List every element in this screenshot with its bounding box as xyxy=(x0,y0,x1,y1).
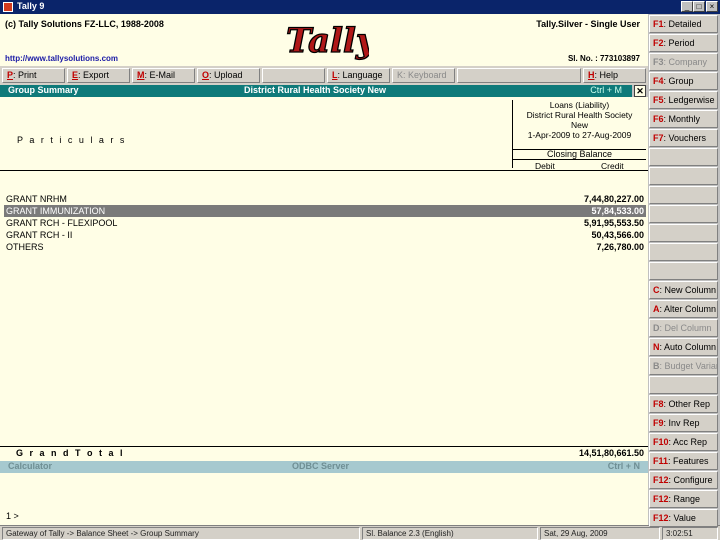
row-amount: 7,44,80,227.00 xyxy=(583,194,644,204)
report-title: Group Summary xyxy=(8,85,79,95)
row-name: GRANT RCH - FLEXIPOOL xyxy=(6,218,118,228)
status-time: 3:02:51 xyxy=(662,527,718,540)
row-name: GRANT NRHM xyxy=(6,194,67,204)
column-header: Loans (Liability) District Rural Health … xyxy=(512,100,646,171)
sidebar-blank-button xyxy=(649,224,718,242)
report-area: P a r t i c u l a r s Loans (Liability) … xyxy=(0,97,648,461)
f4-group-button[interactable]: F4: Group xyxy=(649,72,718,90)
product-edition: Tally.Silver - Single User xyxy=(536,19,640,29)
status-date: Sat, 29 Aug, 2009 xyxy=(540,527,660,540)
report-title-bar: Group Summary District Rural Health Soci… xyxy=(0,85,632,97)
budget-variance-button[interactable]: B: Budget Variance xyxy=(649,357,718,375)
new-column-button[interactable]: C: New Column xyxy=(649,281,718,299)
grand-total-row: G r a n d T o t a l 14,51,80,661.50 xyxy=(0,447,648,459)
calculator-label: Calculator xyxy=(8,461,53,471)
grand-total-amount: 14,51,80,661.50 xyxy=(578,448,644,458)
column-group-name: Loans (Liability) xyxy=(549,100,610,110)
menu-help[interactable]: H: Help xyxy=(583,68,646,83)
row-name: GRANT RCH - II xyxy=(6,230,73,240)
sidebar-blank-button xyxy=(649,205,718,223)
alter-column-button[interactable]: A: Alter Column xyxy=(649,300,718,318)
tally-logo: Tally xyxy=(285,20,369,61)
company-name: District Rural Health Society New xyxy=(244,85,387,95)
f12-configure-button[interactable]: F12: Configure xyxy=(649,471,718,489)
table-row-selected[interactable]: GRANT IMMUNIZATION 57,84,533.00 xyxy=(4,205,646,217)
top-menu-bar: P: Print E: Export M: E-Mail O: Upload L… xyxy=(0,66,648,85)
maximize-button[interactable]: □ xyxy=(693,1,705,12)
website-link[interactable]: http://www.tallysolutions.com xyxy=(5,54,118,63)
app-icon xyxy=(3,2,13,12)
grand-total-label: G r a n d T o t a l xyxy=(16,448,125,458)
status-bar: Gateway of Tally -> Balance Sheet -> Gro… xyxy=(0,525,720,540)
column-period: 1-Apr-2009 to 27-Aug-2009 xyxy=(527,130,632,140)
row-amount: 7,26,780.00 xyxy=(596,242,644,252)
menu-upload[interactable]: O: Upload xyxy=(197,68,260,83)
f8-other-rep-button[interactable]: F8: Other Rep xyxy=(649,395,718,413)
f12-value-button[interactable]: F12: Value xyxy=(649,509,718,527)
window-title: Tally 9 xyxy=(17,1,45,11)
header-divider xyxy=(0,170,648,171)
menu-blank-1 xyxy=(262,68,325,83)
sidebar-blank-button xyxy=(649,262,718,280)
menu-export[interactable]: E: Export xyxy=(67,68,130,83)
f1-detailed-button[interactable]: F1: Detailed xyxy=(649,15,718,33)
table-row[interactable]: OTHERS 7,26,780.00 xyxy=(4,241,646,253)
closing-balance-label: Closing Balance xyxy=(513,149,646,160)
window-titlebar: Tally 9 _ □ × xyxy=(0,0,720,14)
close-report-button[interactable]: ✕ xyxy=(634,85,646,97)
status-language: Sl. Balance 2.3 (English) xyxy=(362,527,538,540)
menu-keyboard[interactable]: K: Keyboard xyxy=(392,68,455,83)
table-row[interactable]: GRANT RCH - II 50,43,566.00 xyxy=(4,229,646,241)
auto-column-button[interactable]: N: Auto Column xyxy=(649,338,718,356)
calculator-prompt: 1 > xyxy=(6,511,19,521)
f5-ledgerwise-button[interactable]: F5: Ledgerwise xyxy=(649,91,718,109)
menu-email[interactable]: M: E-Mail xyxy=(132,68,195,83)
f10-acc-rep-button[interactable]: F10: Acc Rep xyxy=(649,433,718,451)
minimize-button[interactable]: _ xyxy=(681,1,693,12)
menu-print[interactable]: P: Print xyxy=(2,68,65,83)
row-name: OTHERS xyxy=(6,242,44,252)
del-column-button[interactable]: D: Del Column xyxy=(649,319,718,337)
column-company-name: District Rural Health Society xyxy=(526,110,633,120)
menu-language[interactable]: L: Language xyxy=(327,68,390,83)
table-row[interactable]: GRANT NRHM 7,44,80,227.00 xyxy=(4,193,646,205)
column-company-suffix: New xyxy=(570,120,588,130)
close-window-button[interactable]: × xyxy=(706,1,718,12)
particulars-label: P a r t i c u l a r s xyxy=(17,135,127,145)
serial-number: Sl. No. : 773103897 xyxy=(567,54,640,63)
f2-period-button[interactable]: F2: Period xyxy=(649,34,718,52)
f9-inv-rep-button[interactable]: F9: Inv Rep xyxy=(649,414,718,432)
sidebar-blank-button xyxy=(649,186,718,204)
sidebar-blank-button xyxy=(649,376,718,394)
calculator-shortcut: Ctrl + N xyxy=(607,461,640,471)
app-header: (c) Tally Solutions FZ-LLC, 1988-2008 ht… xyxy=(0,14,648,66)
sidebar-blank-button xyxy=(649,148,718,166)
table-row[interactable]: GRANT RCH - FLEXIPOOL 5,91,95,553.50 xyxy=(4,217,646,229)
f7-vouchers-button[interactable]: F7: Vouchers xyxy=(649,129,718,147)
row-amount: 5,91,95,553.50 xyxy=(583,218,644,228)
odbc-server-label: ODBC Server xyxy=(292,461,350,471)
calculator-input-area[interactable]: 1 > xyxy=(0,473,648,525)
row-amount: 57,84,533.00 xyxy=(591,206,644,216)
menu-blank-2 xyxy=(457,68,581,83)
status-breadcrumb: Gateway of Tally -> Balance Sheet -> Gro… xyxy=(2,527,360,540)
f3-company-button[interactable]: F3: Company xyxy=(649,53,718,71)
report-shortcut: Ctrl + M xyxy=(590,85,622,95)
tally-logo-text: Tally xyxy=(286,21,369,61)
calculator-bar: Calculator ODBC Server Ctrl + N xyxy=(0,461,648,473)
sidebar-blank-button xyxy=(649,243,718,261)
f12-range-button[interactable]: F12: Range xyxy=(649,490,718,508)
copyright-text: (c) Tally Solutions FZ-LLC, 1988-2008 xyxy=(5,19,164,29)
row-name: GRANT IMMUNIZATION xyxy=(6,206,106,216)
row-amount: 50,43,566.00 xyxy=(591,230,644,240)
f11-features-button[interactable]: F11: Features xyxy=(649,452,718,470)
f6-monthly-button[interactable]: F6: Monthly xyxy=(649,110,718,128)
sidebar-blank-button xyxy=(649,167,718,185)
button-bar: F1: Detailed F2: Period F3: Company F4: … xyxy=(648,14,720,527)
